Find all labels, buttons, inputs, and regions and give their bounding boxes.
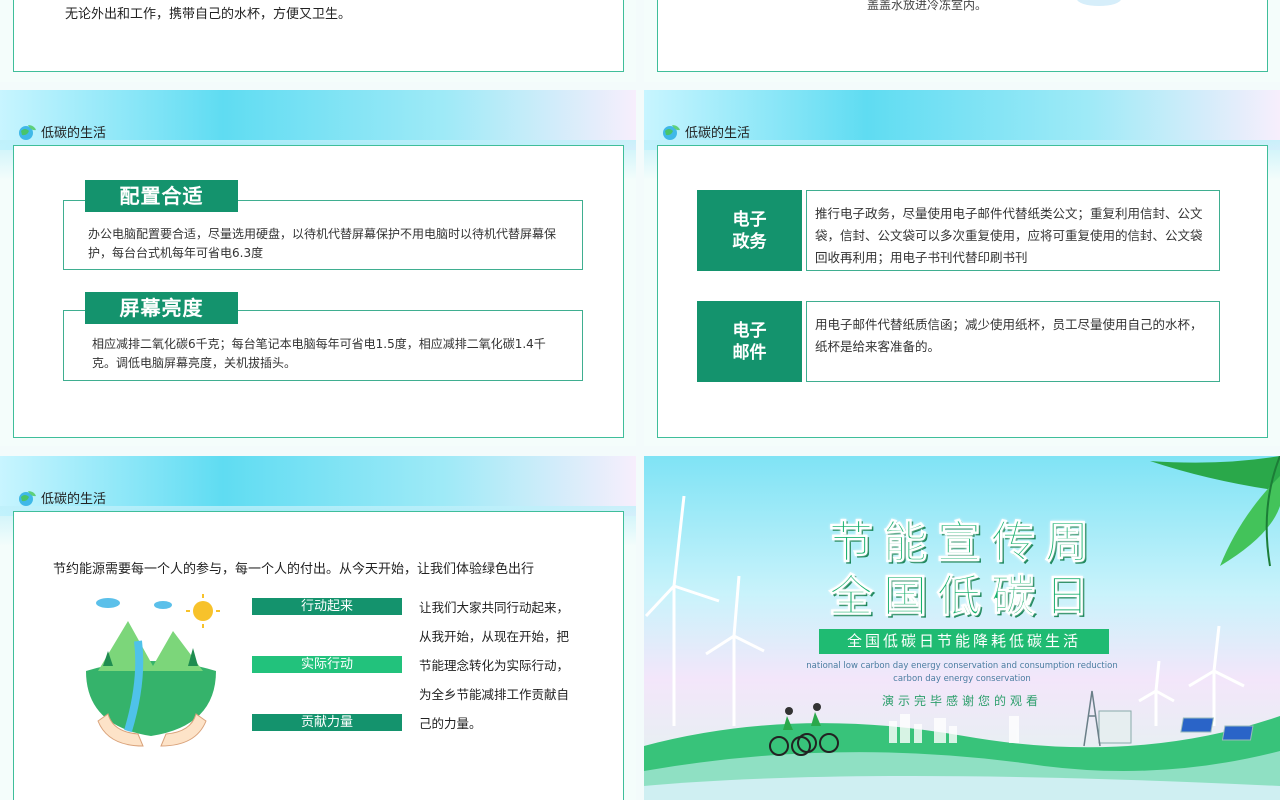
eco-earth-illustration (86, 594, 220, 747)
green-landscape (644, 690, 1280, 800)
sky-gradient (0, 456, 636, 546)
e-mail-desc-text: 用电子邮件代替纸质信函；减少使用纸杯，员工尽量使用自己的水杯，纸杯是给来客准备的… (815, 317, 1203, 354)
english-subtitle-2: carbon day energy conservation (893, 674, 1031, 684)
intro-text: 节约能源需要每一个人的参与，每一个人的付出。从今天开始，让我们体验绿色出行 (53, 562, 535, 577)
slide-1-thumbnail[interactable]: 无论外出和工作，携带自己的水杯，方便又卫生。 (0, 0, 636, 82)
slide-1-text: 无论外出和工作，携带自己的水杯，方便又卫生。 (65, 7, 352, 22)
screen-desc: 相应减排二氧化碳6千克；每台笔记本电脑每年可省电1.5度，相应减排二氧化碳1.4… (92, 337, 546, 370)
e-government-desc: 推行电子政务，尽量使用电子邮件代替纸类公文；重复利用信封、公文袋，信封、公文袋可… (806, 190, 1220, 271)
section-title-text: 低碳的生活 (41, 492, 107, 507)
section-title: 低碳的生活 (16, 488, 106, 507)
e-government-label: 电子 政务 (697, 190, 802, 271)
slide-4-thumbnail[interactable]: 低碳的生活 电子 政务 推行电子政务，尽量使用电子邮件代替纸类公文；重复利用信封… (644, 90, 1280, 446)
earth-leaf-icon (19, 124, 36, 140)
slide-6-thumbnail[interactable]: 节能宣传周 全国低碳日 全国低碳日节能降耗低碳生活 national low c… (644, 456, 1280, 800)
earth-leaf-icon (663, 124, 680, 140)
cover-banner: 全国低碳日节能降耗低碳生活 (819, 629, 1109, 654)
slide-3-thumbnail[interactable]: 低碳的生活 办公电脑配置要合适，尽量选用硬盘，以待机代替屏幕保护不用电脑时以待机… (0, 90, 636, 446)
sky-gradient (0, 90, 636, 180)
action-bar-1: 行动起来 (252, 598, 402, 615)
e-mail-label: 电子 邮件 (697, 301, 802, 382)
cyclists-illustration (769, 703, 839, 756)
slide-2-text: 盖盖水放进冷冻室内。 (867, 0, 988, 12)
action-bar-3: 贡献力量 (252, 714, 402, 731)
cover-title-line-2: 全国低碳日 (829, 571, 1099, 623)
action-bar-2: 实际行动 (252, 656, 402, 673)
english-subtitle-1: national low carbon day energy conservat… (806, 661, 1118, 671)
slide-2-thumbnail[interactable]: 盖盖水放进冷冻室内。 (644, 0, 1280, 82)
e-government-desc-text: 推行电子政务，尽量使用电子邮件代替纸类公文；重复利用信封、公文袋，信封、公文袋可… (815, 206, 1203, 265)
call-to-action-text: 让我们大家共同行动起来，从我开始，从现在开始，把节能理念转化为实际行动，为全乡节… (419, 600, 570, 731)
earth-leaf-icon (19, 490, 36, 506)
config-desc: 办公电脑配置要合适，尽量选用硬盘，以待机代替屏幕保护不用电脑时以待机代替屏幕保护… (88, 227, 557, 260)
slide-5-thumbnail[interactable]: 低碳的生活 节约能源需要每一个人的参与，每一个人的付出。从今天开始，让我们体验绿… (0, 456, 636, 800)
sky-gradient (644, 90, 1280, 180)
content-panel (657, 145, 1268, 438)
section-title: 低碳的生活 (16, 122, 106, 141)
cloud-icon (1077, 0, 1121, 6)
section-title: 低碳的生活 (660, 122, 750, 141)
config-tag: 配置合适 (85, 180, 238, 212)
section-title-text: 低碳的生活 (41, 126, 107, 141)
e-mail-desc: 用电子邮件代替纸质信函；减少使用纸杯，员工尽量使用自己的水杯，纸杯是给来客准备的… (806, 301, 1220, 382)
section-title-text: 低碳的生活 (685, 126, 751, 141)
screen-tag: 屏幕亮度 (85, 292, 238, 324)
